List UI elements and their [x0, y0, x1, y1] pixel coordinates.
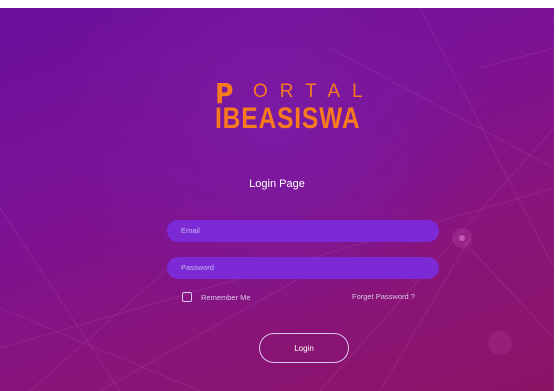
logo-top-line: P ORTAL — [215, 78, 395, 108]
email-field[interactable] — [167, 220, 439, 242]
portal-beasiswa-logo: P ORTAL IBEASISWA — [215, 78, 395, 142]
remember-me-label: Remember Me — [201, 292, 251, 302]
logo-portal-text: ORTAL — [253, 81, 375, 102]
password-field[interactable] — [167, 257, 439, 279]
login-button[interactable]: Login — [259, 333, 349, 363]
remember-me-checkbox[interactable] — [182, 292, 192, 302]
login-background: P ORTAL IBEASISWA Login Page Remember Me… — [0, 8, 554, 391]
forgot-password-link[interactable]: Forget Password ? — [352, 292, 415, 301]
remember-me-option[interactable]: Remember Me — [182, 291, 251, 303]
page-title: Login Page — [249, 178, 305, 190]
logo-beasiswa-text: IBEASISWA — [215, 102, 361, 135]
